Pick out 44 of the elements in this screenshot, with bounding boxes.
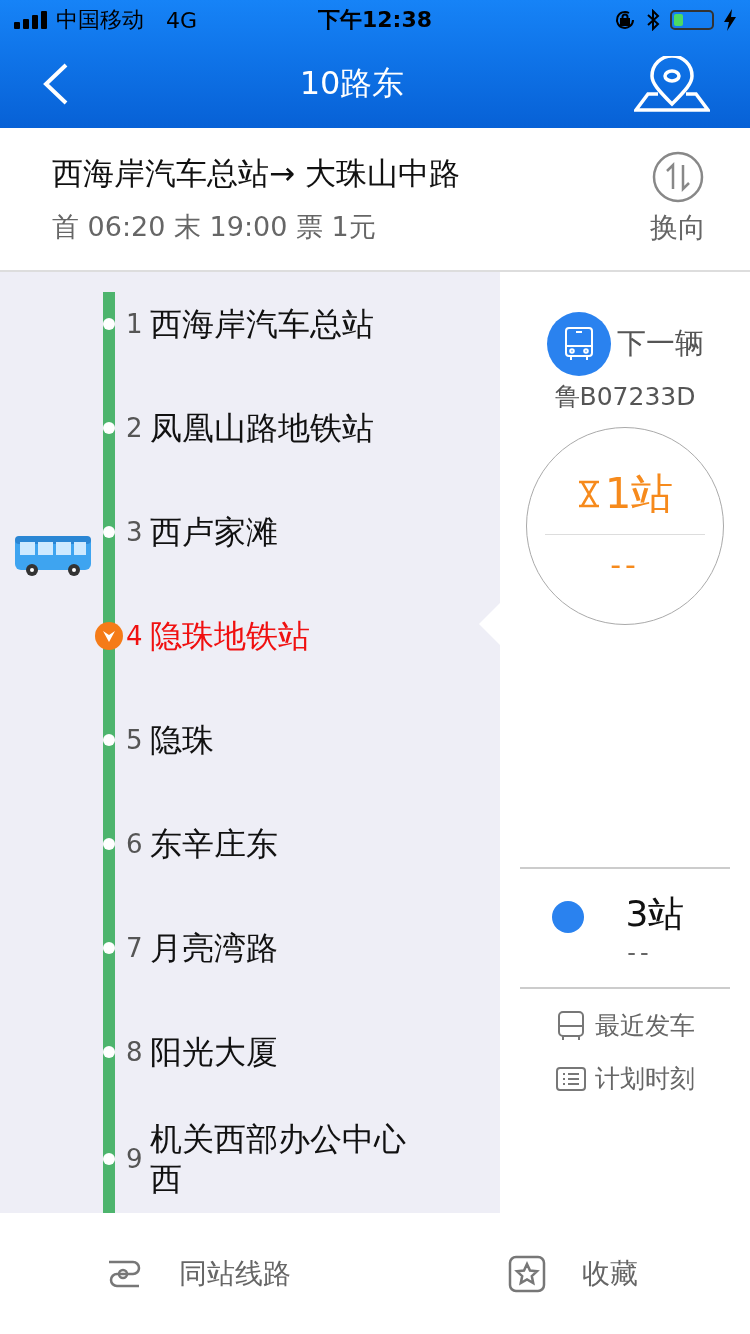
stop-name[interactable]: 凤凰山路地铁站 xyxy=(150,408,374,448)
charging-icon xyxy=(724,9,736,31)
battery-icon xyxy=(670,10,714,30)
stop-name[interactable]: 月亮湾路 xyxy=(150,928,278,968)
timetable-link[interactable]: 计划时刻 xyxy=(555,1062,695,1095)
arrival-time: -- xyxy=(610,547,640,582)
stop-number: 9 xyxy=(126,1144,143,1174)
stop-name[interactable]: 阳光大厦 xyxy=(150,1032,278,1072)
arrival-time: -- xyxy=(627,938,653,967)
recent-departures-link[interactable]: 最近发车 xyxy=(555,1009,695,1042)
stop-number: 4 xyxy=(126,621,143,651)
stop-number: 2 xyxy=(126,413,143,443)
stop-name[interactable]: 东辛庄东 xyxy=(150,824,278,864)
stop-name[interactable]: 隐珠地铁站 xyxy=(150,616,310,656)
stop-number: 7 xyxy=(126,933,143,963)
next-bus-label: 下一辆 xyxy=(616,325,704,362)
stop-number: 6 xyxy=(126,829,143,859)
stop-number: 1 xyxy=(126,309,143,339)
rotation-lock-icon xyxy=(614,9,636,31)
carrier-name: 中国移动 xyxy=(56,6,144,34)
plate-number: 鲁B07233D xyxy=(554,381,696,413)
bluetooth-icon xyxy=(646,9,660,31)
stop-number: 5 xyxy=(126,725,143,755)
stop-name[interactable]: 西海岸汽车总站 xyxy=(150,304,374,344)
map-pin-icon[interactable] xyxy=(634,56,710,112)
signal-icon xyxy=(14,11,48,29)
network-type: 4G xyxy=(166,7,198,33)
hourglass-icon xyxy=(576,480,601,508)
stop-name[interactable]: 机关西部办公中心西 xyxy=(150,1119,425,1199)
location-marker-icon xyxy=(94,621,124,651)
stop-name[interactable]: 西卢家滩 xyxy=(150,512,278,552)
favorite-button[interactable]: 收藏 xyxy=(375,1254,750,1293)
route-schedule: 首 06:20 末 19:00 票 1元 xyxy=(52,210,377,244)
route-direction: 西海岸汽车总站→ 大珠山中路 xyxy=(52,154,461,193)
stop-name[interactable]: 隐珠 xyxy=(150,720,214,760)
clock: 下午12:38 xyxy=(318,6,432,34)
stops-away: 3站 xyxy=(625,891,685,936)
page-title: 10路东 xyxy=(299,63,405,104)
stop-number: 8 xyxy=(126,1037,143,1067)
bus-icon xyxy=(555,1009,587,1042)
bus-icon xyxy=(546,312,611,376)
stops-away: 1站 xyxy=(604,468,674,520)
same-stop-routes-button[interactable]: 同站线路 xyxy=(0,1254,375,1293)
stop-number: 3 xyxy=(126,517,143,547)
